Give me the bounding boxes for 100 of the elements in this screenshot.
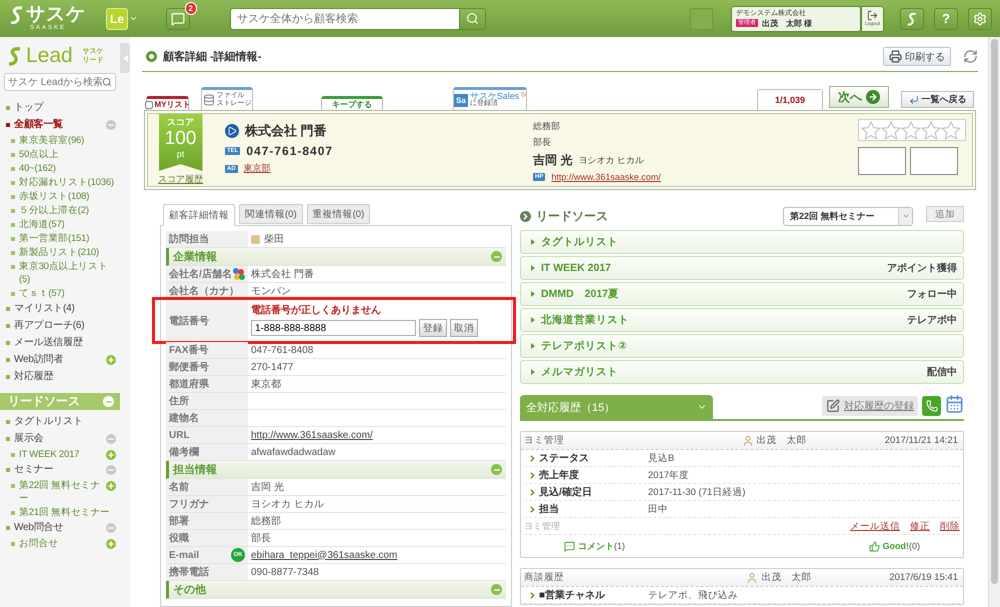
field-value: afwafawdadwadaw [251, 446, 336, 458]
settings-button[interactable] [968, 8, 992, 30]
back-to-list-button[interactable]: 一覧へ戻る [901, 91, 974, 108]
collapse-icon[interactable] [103, 396, 114, 407]
blank-button[interactable] [690, 8, 713, 30]
phone-input[interactable]: 1-888-888-8888 [251, 320, 416, 336]
record-tab[interactable]: MYリスト [146, 96, 189, 110]
position: 部長 [533, 136, 552, 149]
expand-icon[interactable] [106, 354, 116, 364]
empty-box [910, 147, 958, 175]
homepage-link[interactable]: http://www.361saaske.com/ [551, 172, 661, 182]
star-icon[interactable] [881, 120, 901, 140]
sidebar-link[interactable]: タグトルリスト [14, 414, 116, 428]
add-button[interactable]: 追加 [926, 206, 964, 222]
collapse-icon[interactable] [106, 434, 116, 444]
sidebar-link[interactable]: 北海道(57) [19, 218, 116, 230]
sidebar-link[interactable]: マイリスト(4) [14, 302, 116, 316]
sidebar-link[interactable]: メール送信履歴 [14, 336, 116, 350]
field-link[interactable]: http://www.361saaske.com/ [251, 430, 373, 440]
star-rating[interactable] [858, 119, 966, 141]
history-action-link[interactable]: 修正 [910, 520, 930, 532]
sidebar-link[interactable]: セミナー [14, 462, 102, 476]
collapse-icon[interactable] [106, 522, 116, 532]
bullet-icon [11, 264, 15, 268]
lead-source-row[interactable]: DMMD 2017夏 フォロー中 [520, 282, 964, 306]
sidebar-link[interactable]: 対応漏れリスト(1036) [19, 176, 116, 188]
sidebar-link[interactable]: 新製品リスト(210) [19, 246, 116, 258]
lead-source-select[interactable]: 第22回 無料セミナー [783, 206, 913, 226]
bullet-icon [6, 436, 10, 440]
expand-icon[interactable] [106, 450, 116, 460]
sidebar-link[interactable]: 第21回 無料セミナー [19, 506, 116, 518]
refresh-icon[interactable] [963, 49, 978, 64]
field-label: 携帯電話 [169, 566, 209, 579]
detail-tab[interactable]: 関連情報(0) [239, 204, 303, 224]
lead-source-row[interactable]: IT WEEK 2017 アポイント獲得 [520, 256, 964, 280]
sidebar-link[interactable]: 赤坂リスト(108) [19, 190, 116, 202]
detail-tab[interactable]: 顧客詳細情報 [163, 204, 235, 226]
score-history-link[interactable]: スコア履歴 [158, 173, 203, 186]
history-date: 2017/6/19 15:41 [889, 572, 958, 583]
bullet-icon [6, 358, 10, 362]
field-label: 会社名/店舗名 [169, 267, 232, 281]
sidebar-link[interactable]: 第一営業部(151) [19, 232, 116, 244]
phone-button[interactable] [922, 396, 941, 416]
record-tab[interactable]: キープする [321, 96, 383, 110]
collapse-sidebar-handle[interactable] [120, 43, 130, 73]
sidebar-link[interactable]: 再アプローチ(6) [14, 318, 116, 332]
star-icon[interactable] [921, 120, 941, 140]
history-action-link[interactable]: メール送信 [850, 520, 900, 532]
cancel-button[interactable]: 取消 [450, 319, 478, 337]
notifications-button[interactable] [166, 8, 190, 30]
section-title: その他 [173, 583, 206, 597]
history-action-link[interactable]: 削除 [940, 520, 960, 532]
sidebar-link[interactable]: 50点以上 [19, 148, 116, 160]
field-value: 270-1477 [251, 362, 294, 372]
mylist-checkbox[interactable] [144, 100, 152, 108]
sidebar-link[interactable]: ５分以上滞在(2) [19, 204, 116, 216]
sidebar-link[interactable]: IT WEEK 2017 [19, 448, 102, 460]
field-link[interactable]: ebihara_teppei@361saaske.com [251, 550, 398, 560]
collapse-icon[interactable] [491, 251, 502, 262]
detail-tab[interactable]: 重複情報(0) [306, 204, 370, 224]
app-icon: Le [106, 8, 128, 30]
history-type: ヨミ管理 [524, 434, 564, 447]
lead-source-row[interactable]: 北海道営業リスト テレアポ中 [520, 308, 964, 332]
arrow-right-icon [866, 90, 880, 104]
expand-icon[interactable] [106, 538, 116, 548]
print-button[interactable]: 印刷する [883, 47, 951, 66]
lead-source-row[interactable]: メルマガリスト 配信中 [520, 360, 964, 384]
area-link[interactable]: 東京部 [244, 162, 271, 175]
collapse-icon[interactable] [491, 584, 502, 595]
expand-icon[interactable] [106, 480, 116, 490]
next-button[interactable]: 次へ [829, 86, 889, 108]
collapse-icon[interactable] [106, 464, 116, 474]
sidebar-link[interactable]: てｓｔ(57) [19, 286, 116, 300]
sidebar-link[interactable]: Web訪問者 [14, 352, 102, 366]
sidebar-link[interactable]: 展示会 [14, 432, 102, 446]
sidebar-link[interactable]: 東京30点以上リスト(5) [19, 260, 116, 286]
scrollbar-thumb[interactable] [991, 39, 998, 584]
register-history-button[interactable]: 対応履歴の登録 [822, 396, 918, 416]
sidebar-link[interactable]: 40~(162) [19, 162, 116, 174]
section-title: 企業情報 [173, 250, 217, 264]
star-icon[interactable] [941, 120, 961, 140]
search-button[interactable] [460, 8, 486, 30]
sidebar-link[interactable]: 対応履歴 [14, 370, 116, 384]
empty-box [858, 147, 906, 175]
sidebar-link[interactable]: お問合せ [19, 536, 102, 550]
sidebar-link[interactable]: 第22回 無料セミナー [19, 478, 102, 504]
collapse-icon[interactable] [491, 464, 502, 475]
logo-button[interactable] [900, 8, 924, 30]
collapse-icon[interactable] [106, 120, 116, 130]
register-button[interactable]: 登録 [419, 319, 447, 337]
history-field-label: 見込/確定日 [539, 485, 592, 499]
sales-logo-icon: Sa [454, 94, 468, 106]
sidebar-link[interactable]: 全顧客一覧 [14, 118, 102, 132]
search-field[interactable]: サスケ全体から顧客検索 [230, 8, 460, 30]
field-value: 090-8877-7348 [251, 566, 319, 578]
star-icon[interactable] [861, 120, 881, 140]
sidebar-link[interactable]: 東京美容室(96) [19, 134, 116, 146]
star-icon[interactable] [901, 120, 921, 140]
sidebar-link[interactable]: Web問合せ [14, 520, 102, 534]
sidebar-link[interactable]: トップ [14, 100, 116, 114]
